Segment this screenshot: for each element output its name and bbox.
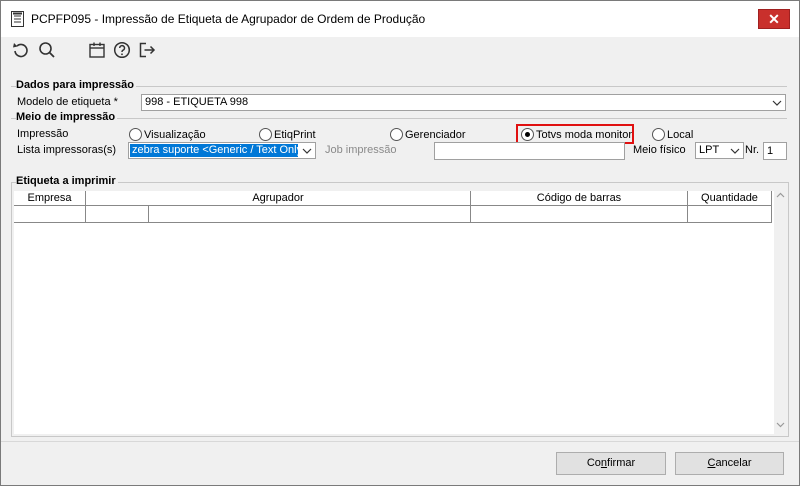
exit-icon[interactable] <box>137 40 157 60</box>
document-icon <box>11 11 24 27</box>
job-impressao-input[interactable] <box>434 142 625 160</box>
column-header-codigo-barras[interactable]: Código de barras <box>471 191 688 206</box>
window-title: PCPFP095 - Impressão de Etiqueta de Agru… <box>31 12 426 26</box>
meio-fisico-value: LPT <box>699 144 720 156</box>
undo-icon[interactable] <box>11 40 31 60</box>
radio-visualizacao[interactable] <box>129 128 142 141</box>
radio-gerenciador[interactable] <box>390 128 403 141</box>
divider <box>1 441 799 442</box>
meio-fisico-select[interactable]: LPT <box>695 142 744 159</box>
radio-label-gerenciador: Gerenciador <box>405 129 466 141</box>
cancel-button[interactable]: Cancelar <box>675 452 784 475</box>
help-icon[interactable] <box>112 40 132 60</box>
chevron-down-icon <box>772 98 782 108</box>
column-header-empresa[interactable]: Empresa <box>14 191 86 206</box>
etiqueta-grid <box>14 191 787 434</box>
table-cell[interactable] <box>688 206 772 223</box>
meio-fisico-label: Meio físico <box>633 144 686 156</box>
radio-label-etiqprint: EtiqPrint <box>274 129 316 141</box>
table-cell[interactable] <box>149 206 471 223</box>
modelo-value: 998 - ETIQUETA 998 <box>145 96 249 108</box>
dialog-window: PCPFP095 - Impressão de Etiqueta de Agru… <box>0 0 800 486</box>
table-cell[interactable] <box>471 206 688 223</box>
calendar-icon[interactable] <box>87 40 107 60</box>
lista-impressoras-select[interactable]: zebra suporte <Generic / Text Only <box>128 142 316 159</box>
search-icon[interactable] <box>37 40 57 60</box>
toolbar <box>1 37 799 65</box>
divider <box>11 118 787 119</box>
impressao-label: Impressão <box>17 128 69 140</box>
chevron-down-icon <box>730 146 740 156</box>
title-bar: PCPFP095 - Impressão de Etiqueta de Agru… <box>1 1 799 37</box>
lista-impressoras-value: zebra suporte <Generic / Text Only <box>130 144 298 157</box>
radio-etiqprint[interactable] <box>259 128 272 141</box>
job-impressao-label: Job impressão <box>325 144 397 156</box>
confirm-label-part: Co <box>586 457 601 469</box>
radio-label-local: Local <box>667 129 694 141</box>
radio-label-visualizacao: Visualização <box>144 129 206 141</box>
radio-local[interactable] <box>652 128 665 141</box>
confirm-button[interactable]: Confirmar <box>556 452 666 475</box>
chevron-down-icon <box>302 146 312 156</box>
table-cell[interactable] <box>14 206 86 223</box>
confirm-label-part: firmar <box>607 457 636 469</box>
group-title-dados: Dados para impressão <box>16 79 136 91</box>
group-title-etiqueta: Etiqueta a imprimir <box>16 175 118 187</box>
scrollbar[interactable] <box>774 191 787 434</box>
nr-input[interactable]: 1 <box>763 142 787 160</box>
column-header-quantidade[interactable]: Quantidade <box>688 191 772 206</box>
group-title-meio: Meio de impressão <box>16 111 118 123</box>
modelo-select[interactable]: 998 - ETIQUETA 998 <box>141 94 786 111</box>
lista-label: Lista impressoras(s) <box>17 144 117 156</box>
column-header-agrupador[interactable]: Agrupador <box>86 191 471 206</box>
radio-totvs-moda-monitor[interactable] <box>521 128 534 141</box>
nr-label: Nr. <box>745 144 760 156</box>
radio-label-totvs: Totvs moda monitor <box>536 129 632 141</box>
close-button[interactable]: ✕ <box>758 9 790 29</box>
modelo-label: Modelo de etiqueta * <box>17 96 118 108</box>
cancel-label-part: ancelar <box>715 457 752 469</box>
table-cell[interactable] <box>86 206 149 223</box>
